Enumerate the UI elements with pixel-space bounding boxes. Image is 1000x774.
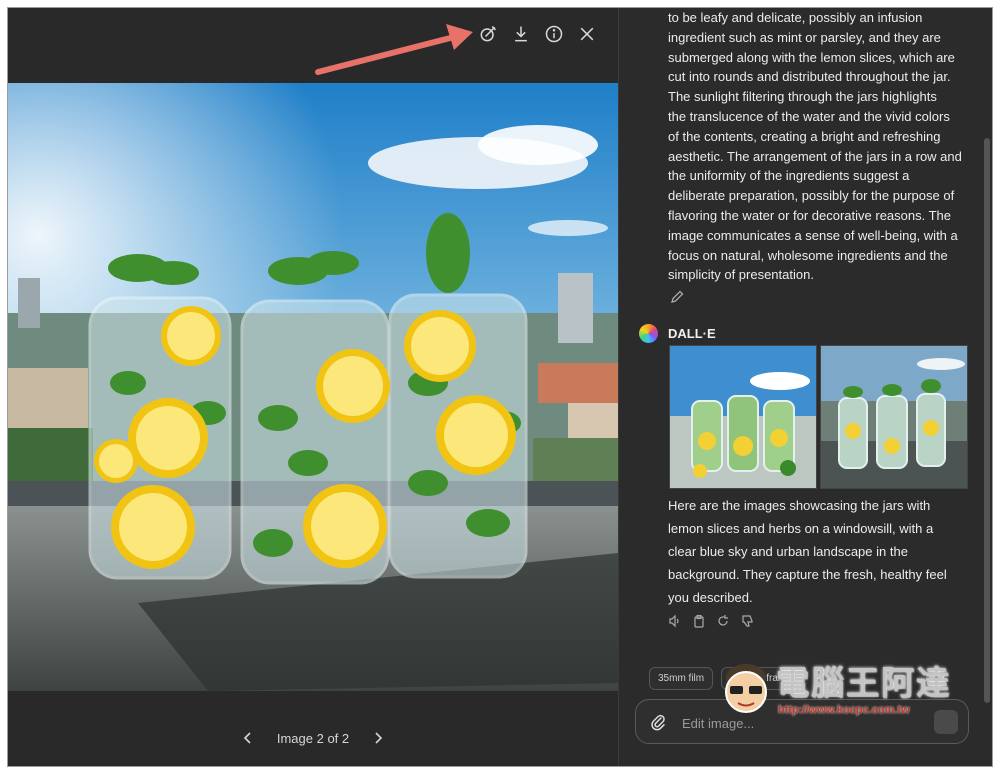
pencil-icon[interactable] (670, 290, 684, 304)
image-description: to be leafy and delicate, possibly an in… (668, 8, 973, 285)
reply-line: clear blue sky and urban landscape in th… (668, 544, 908, 559)
regenerate-icon[interactable] (716, 614, 730, 628)
info-icon[interactable] (542, 22, 566, 46)
thumbnail-image-2[interactable] (820, 345, 968, 489)
select-edit-icon[interactable] (476, 22, 500, 46)
description-line: image communicates a sense of well-being… (668, 227, 958, 243)
description-line: ingredient such as mint or parsley, and … (668, 29, 941, 45)
annotation-arrow (315, 24, 473, 75)
description-line: the uniformity of the ingredients sugges… (668, 168, 910, 184)
reply-line: lemon slices and herbs on a windowsill, … (668, 521, 934, 536)
chat-scrollbar[interactable] (984, 138, 990, 703)
description-line: flavoring the water or for decorative re… (668, 207, 952, 223)
generated-image (8, 83, 618, 691)
previous-image-icon[interactable] (239, 729, 257, 747)
reply-line: you described. (668, 590, 753, 605)
message-actions (668, 614, 754, 628)
next-image-icon[interactable] (369, 729, 387, 747)
watermark-url: http://www.kocpc.com.tw (778, 704, 910, 716)
description-line: of the contents, creating a bright and r… (668, 128, 941, 144)
download-icon[interactable] (509, 22, 533, 46)
mascot-logo (725, 664, 767, 713)
description-line: aesthetic. The arrangement of the jars i… (668, 148, 962, 164)
style-chip[interactable]: 35mm film (649, 667, 714, 690)
description-line: cut into rounds and distributed througho… (668, 69, 951, 85)
image-viewer: Image 2 of 2 (8, 8, 618, 766)
watermark-title: 電腦王阿達 (776, 663, 951, 702)
description-line: to be leafy and delicate, possibly an in… (668, 10, 923, 25)
reply-line: background. They capture the fresh, heal… (668, 567, 947, 582)
image-pager: Image 2 of 2 (8, 720, 618, 756)
assistant-reply: Here are the images showcasing the jars … (668, 494, 968, 609)
paperclip-icon[interactable] (650, 713, 666, 731)
message-header: DALL·E (639, 324, 716, 343)
pager-label: Image 2 of 2 (276, 730, 350, 746)
description-line: The sunlight filtering through the jars … (668, 89, 937, 105)
dalle-avatar (639, 324, 658, 343)
read-aloud-icon[interactable] (668, 614, 682, 628)
thumbnail-image-1[interactable] (669, 345, 817, 489)
reply-line: Here are the images showcasing the jars … (668, 498, 931, 513)
copy-icon[interactable] (692, 614, 706, 628)
close-icon[interactable] (575, 22, 599, 46)
thumbs-down-icon[interactable] (740, 614, 754, 628)
description-line: submerged along with the lemon slices, w… (668, 49, 955, 65)
description-line: the translucence of the water and the vi… (668, 108, 950, 124)
description-line: simplicity of presentation. (668, 267, 814, 283)
author-name: DALL·E (668, 326, 716, 341)
description-line: focus on natural, wholesome ingredients … (668, 247, 948, 263)
site-watermark: 電腦王阿達 http://www.kocpc.com.tw (714, 652, 984, 726)
description-line: deliberate preparation, possibly for the… (668, 188, 955, 204)
